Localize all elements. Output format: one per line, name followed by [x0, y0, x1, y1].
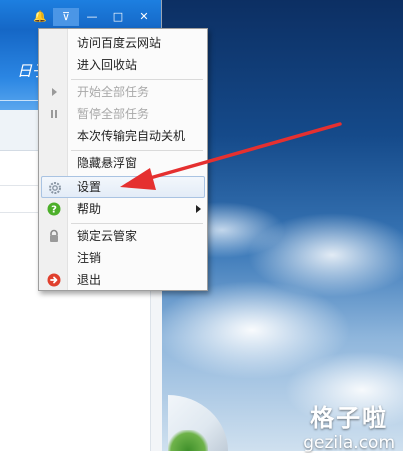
play-icon	[52, 88, 57, 96]
list-row-divider	[0, 185, 40, 186]
banner-divider	[0, 100, 40, 101]
menu-dropdown-icon[interactable]: ⊽	[53, 8, 79, 26]
menu-item-label: 隐藏悬浮窗	[77, 156, 138, 170]
list-row-divider	[0, 212, 40, 213]
watermark-url: gezila.com	[303, 433, 395, 453]
menu-item-pause-all: 暂停全部任务	[41, 103, 205, 125]
menu-item-label: 暂停全部任务	[77, 107, 150, 121]
title-bar: 🔔 ⊽ — □ ✕	[0, 0, 161, 30]
menu-item-visit-website[interactable]: 访问百度云网站	[41, 32, 205, 54]
help-icon: ?	[47, 202, 61, 216]
menu-item-exit[interactable]: 退出	[41, 269, 205, 291]
menu-separator	[71, 150, 203, 151]
menu-item-settings[interactable]: 设置	[41, 176, 205, 198]
lock-icon	[50, 229, 58, 242]
minimize-icon[interactable]: —	[79, 8, 105, 26]
close-icon[interactable]: ✕	[131, 8, 157, 26]
watermark-title: 格子啦	[310, 404, 389, 432]
menu-item-label: 注销	[77, 251, 102, 265]
menu-item-help[interactable]: ? 帮助	[41, 198, 205, 220]
grass-decoration	[168, 430, 208, 451]
submenu-arrow-icon	[196, 205, 201, 213]
menu-item-logout[interactable]: 注销	[41, 247, 205, 269]
pause-icon	[51, 110, 57, 118]
context-menu: 访问百度云网站 进入回收站 开始全部任务 暂停全部任务 本次传输完自动关机 隐藏…	[38, 28, 208, 291]
menu-item-hide-floating-window[interactable]: 隐藏悬浮窗	[41, 152, 205, 174]
menu-item-label: 进入回收站	[77, 58, 138, 72]
menu-separator	[71, 223, 203, 224]
gear-icon	[49, 182, 61, 194]
menu-item-label: 帮助	[77, 202, 102, 216]
maximize-icon[interactable]: □	[105, 8, 131, 26]
svg-text:?: ?	[51, 205, 57, 216]
menu-item-label: 设置	[77, 180, 102, 194]
menu-item-label: 退出	[77, 273, 102, 287]
menu-item-recycle-bin[interactable]: 进入回收站	[41, 54, 205, 76]
menu-item-auto-shutdown[interactable]: 本次传输完自动关机	[41, 125, 205, 147]
menu-item-label: 访问百度云网站	[77, 36, 162, 50]
menu-separator	[71, 79, 203, 80]
watermark: 格子啦 gezila.com	[303, 398, 395, 453]
menu-item-label: 本次传输完自动关机	[77, 129, 186, 143]
menu-item-label: 开始全部任务	[77, 85, 150, 99]
menu-item-start-all: 开始全部任务	[41, 81, 205, 103]
title-buttons: 🔔 ⊽ — □ ✕	[27, 8, 157, 26]
exit-icon	[47, 273, 61, 287]
notification-bell-icon[interactable]: 🔔	[27, 8, 53, 26]
menu-item-label: 锁定云管家	[77, 229, 138, 243]
menu-item-lock[interactable]: 锁定云管家	[41, 225, 205, 247]
